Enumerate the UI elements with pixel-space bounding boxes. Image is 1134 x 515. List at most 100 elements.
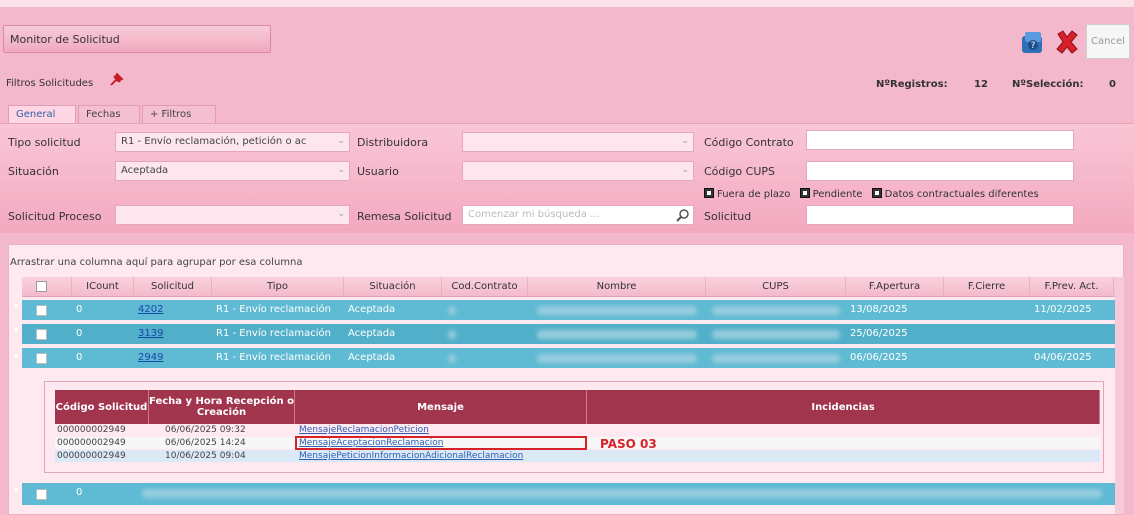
search-placeholder: Comenzar mi búsqueda ... [468,209,600,220]
distribuidora-select[interactable]: ⌄ [462,132,694,152]
seleccion-label: NºSelección: [1012,79,1084,90]
select-all-checkbox[interactable] [36,281,47,292]
row-checkbox[interactable] [36,329,47,340]
filter-checkboxes: Fuera de plazo Pendiente Datos contractu… [704,188,1045,200]
fuera-plazo-checkbox[interactable]: Fuera de plazo [704,188,790,200]
header-tipo[interactable]: Tipo [212,277,344,297]
detail-header-mensaje[interactable]: Mensaje [295,390,587,424]
header-cod-contrato[interactable]: Cod.Contrato [442,277,528,297]
redacted-nombre [537,306,697,315]
datos-contractuales-checkbox[interactable]: Datos contractuales diferentes [871,188,1039,200]
collapse-row-icon[interactable]: ▴ [12,350,20,360]
annotation-highlight-box [295,436,587,450]
codigo-contrato-input[interactable] [806,130,1074,150]
usuario-select[interactable]: ⌄ [462,161,694,181]
chevron-down-icon: ⌄ [681,136,689,146]
row-checkbox[interactable] [36,489,47,500]
seleccion-value: 0 [1109,79,1116,90]
collapse-row-icon[interactable]: ▴ [12,485,20,495]
tipo-solicitud-select[interactable]: R1 - Envío reclamación, petición o ac ⌄ [115,132,350,152]
registros-label: NºRegistros: [876,79,948,90]
svg-text:?: ? [1031,41,1036,51]
header-f-prev-act[interactable]: F.Prev. Act. [1030,277,1114,297]
row-f-cierre [944,300,1030,320]
row-tipo: R1 - Envío reclamación [216,352,331,363]
pin-icon[interactable] [108,72,124,88]
table-row-expanded[interactable]: 0 2949 R1 - Envío reclamación Aceptada 0… [22,348,1122,368]
row-f-apertura: 25/06/2025 [850,328,908,339]
detail-mensaje-link[interactable]: MensajeReclamacionPeticion [299,424,585,436]
codigo-cups-label: Código CUPS [704,165,776,178]
header-f-cierre[interactable]: F.Cierre [944,277,1030,297]
row-solicitud-link[interactable]: 3139 [134,324,212,344]
checkbox-icon [704,188,714,198]
solicitud-input[interactable] [806,205,1074,225]
detail-fecha: 06/06/2025 09:32 [165,425,246,435]
help-icon[interactable]: ? [1019,28,1047,56]
tipo-solicitud-label: Tipo solicitud [8,136,81,149]
datos-contractuales-label: Datos contractuales diferentes [884,189,1039,200]
redacted-cups [712,354,840,363]
tab-general[interactable]: General [8,105,76,123]
detail-row[interactable]: 000000002949 06/06/2025 09:32 MensajeRec… [55,424,1100,436]
situacion-label: Situación [8,165,59,178]
filters-title: Filtros Solicitudes [6,78,94,89]
row-f-prev: 11/02/2025 [1034,304,1092,315]
checkbox-icon [871,188,882,198]
detail-codigo: 000000002949 [57,425,126,435]
codigo-cups-input[interactable] [806,161,1074,181]
row-checkbox[interactable] [36,353,47,364]
chevron-down-icon: ⌄ [337,136,345,146]
expand-row-icon[interactable]: ▾ [12,326,20,336]
detail-fecha: 06/06/2025 14:24 [165,438,246,448]
header-situacion[interactable]: Situación [344,277,442,297]
pendiente-checkbox[interactable]: Pendiente [799,188,862,200]
row-situacion: Aceptada [348,352,396,363]
detail-header: Código Solicitud Fecha y Hora Recepción … [55,390,1100,424]
redacted-cups [712,306,840,315]
solicitud-proceso-select[interactable]: ⌄ [115,205,350,225]
redacted-row [142,489,1102,498]
detail-row[interactable]: 000000002949 10/06/2025 09:04 MensajePet… [55,450,1100,462]
redacted-cups [712,330,840,339]
situacion-select[interactable]: Aceptada ⌄ [115,161,350,181]
solicitud-proceso-label: Solicitud Proceso [8,210,102,223]
table-row[interactable]: 0 [22,483,1122,505]
row-icount: 0 [76,328,83,339]
cancel-button[interactable]: Cancel [1086,24,1130,59]
tipo-solicitud-value: R1 - Envío reclamación, petición o ac [121,136,307,147]
grid-scrollbar[interactable] [1115,277,1124,514]
solicitud-label: Solicitud [704,210,752,223]
usuario-label: Usuario [357,165,399,178]
row-f-prev: 04/06/2025 [1034,352,1092,363]
chevron-down-icon: ⌄ [337,165,345,175]
chevron-down-icon: ⌄ [681,165,689,175]
search-icon[interactable] [676,208,690,222]
detail-header-codigo[interactable]: Código Solicitud [55,390,149,424]
row-solicitud-link[interactable]: 4202 [134,300,212,320]
detail-header-incidencias[interactable]: Incidencias [587,390,1100,424]
header-icount[interactable]: ICount [72,277,134,297]
distribuidora-label: Distribuidora [357,136,429,149]
detail-header-fecha[interactable]: Fecha y Hora Recepción o Creación [149,390,295,424]
row-tipo: R1 - Envío reclamación [216,304,331,315]
tab-fechas[interactable]: Fechas [78,105,140,123]
checkbox-icon [799,188,810,198]
header-solicitud[interactable]: Solicitud [134,277,212,297]
row-icount: 0 [76,304,83,315]
detail-codigo: 000000002949 [57,451,126,461]
expand-row-icon[interactable]: ▾ [12,302,20,312]
window-top-border [0,0,1134,7]
header-f-apertura[interactable]: F.Apertura [846,277,944,297]
header-cups[interactable]: CUPS [706,277,846,297]
row-solicitud-link[interactable]: 2949 [134,348,212,368]
tab-mas-filtros[interactable]: + Filtros [142,105,216,123]
header-nombre[interactable]: Nombre [528,277,706,297]
table-row[interactable]: 0 3139 R1 - Envío reclamación Aceptada 2… [22,324,1122,344]
row-checkbox[interactable] [36,305,47,316]
table-row[interactable]: 0 4202 R1 - Envío reclamación Aceptada 1… [22,300,1122,320]
row-f-cierre [944,324,1030,344]
detail-mensaje-link[interactable]: MensajePeticionInformacionAdicionalRecla… [299,450,599,462]
close-icon[interactable] [1053,28,1081,56]
remesa-search-input[interactable]: Comenzar mi búsqueda ... [462,205,694,225]
